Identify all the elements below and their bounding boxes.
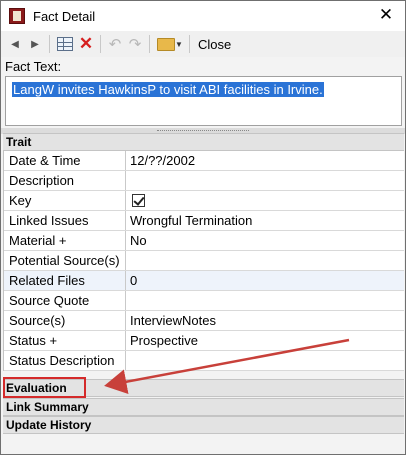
- trait-name: Key: [4, 191, 126, 210]
- empty-area: [1, 434, 405, 454]
- key-checkbox[interactable]: [132, 194, 145, 207]
- fact-text-value: LangW invites HawkinsP to visit ABI faci…: [12, 82, 324, 97]
- trait-row[interactable]: Description: [4, 171, 404, 191]
- trait-row[interactable]: Status Description: [4, 351, 404, 371]
- trait-row[interactable]: Linked Issues Wrongful Termination: [4, 211, 404, 231]
- trait-value[interactable]: 0: [126, 271, 404, 290]
- fact-text-label: Fact Text:: [5, 59, 62, 74]
- folder-link-button[interactable]: ▼: [154, 33, 185, 55]
- title-bar: Fact Detail ✕: [1, 1, 405, 31]
- trait-name: Related Files: [4, 271, 126, 290]
- window-close-button[interactable]: ✕: [373, 3, 399, 27]
- toolbar-separator: [49, 35, 50, 53]
- redo-button[interactable]: ↷: [125, 33, 145, 55]
- trait-name: Status +: [4, 331, 126, 350]
- back-button[interactable]: ◀: [5, 33, 25, 55]
- trait-value[interactable]: [126, 251, 404, 270]
- close-button[interactable]: Close: [194, 33, 235, 55]
- trait-name: Material +: [4, 231, 126, 250]
- window-title: Fact Detail: [33, 8, 96, 24]
- fact-detail-window: Fact Detail ✕ ◀ ▶ ✕ ↶ ↷ ▼ Close Fact Tex…: [0, 0, 406, 455]
- trait-name: Linked Issues: [4, 211, 126, 230]
- trait-row[interactable]: Source(s) InterviewNotes: [4, 311, 404, 331]
- trait-value[interactable]: No: [126, 231, 404, 250]
- trait-value[interactable]: Prospective: [126, 331, 404, 350]
- trait-name: Source(s): [4, 311, 126, 330]
- app-book-icon: [9, 8, 25, 24]
- undo-button[interactable]: ↶: [105, 33, 125, 55]
- trait-row[interactable]: Date & Time 12/??/2002: [4, 151, 404, 171]
- trait-value[interactable]: [126, 291, 404, 310]
- trait-value[interactable]: [126, 351, 404, 370]
- trait-name: Date & Time: [4, 151, 126, 170]
- delete-button[interactable]: ✕: [76, 33, 96, 55]
- fact-text-field[interactable]: LangW invites HawkinsP to visit ABI faci…: [5, 76, 402, 126]
- toolbar-separator: [189, 35, 190, 53]
- evaluation-section-header[interactable]: Evaluation: [3, 379, 404, 397]
- trait-value[interactable]: [126, 171, 404, 190]
- chevron-down-icon: ▼: [175, 39, 183, 49]
- toolbar-separator: [149, 35, 150, 53]
- trait-row[interactable]: Material + No: [4, 231, 404, 251]
- trait-row[interactable]: Potential Source(s): [4, 251, 404, 271]
- trait-row[interactable]: Status + Prospective: [4, 331, 404, 351]
- update-history-section-header[interactable]: Update History: [3, 416, 404, 434]
- trait-value[interactable]: 12/??/2002: [126, 151, 404, 170]
- trait-row[interactable]: Key: [4, 191, 404, 211]
- trait-value[interactable]: Wrongful Termination: [126, 211, 404, 230]
- toolbar-separator: [100, 35, 101, 53]
- trait-value-checkbox-cell[interactable]: [126, 191, 404, 210]
- trait-value[interactable]: InterviewNotes: [126, 311, 404, 330]
- grid-view-button[interactable]: [54, 33, 76, 55]
- folder-icon: [157, 37, 175, 51]
- trait-name: Source Quote: [4, 291, 126, 310]
- forward-button[interactable]: ▶: [25, 33, 45, 55]
- splitter-grip: [157, 130, 249, 132]
- trait-row[interactable]: Related Files 0: [4, 271, 404, 291]
- trait-grid: Date & Time 12/??/2002 Description Key Linke…: [3, 151, 404, 371]
- grid-icon: [57, 37, 73, 51]
- trait-name: Status Description: [4, 351, 126, 370]
- trait-section-header[interactable]: Trait: [3, 133, 404, 151]
- toolbar: ◀ ▶ ✕ ↶ ↷ ▼ Close: [1, 31, 405, 57]
- trait-name: Description: [4, 171, 126, 190]
- link-summary-section-header[interactable]: Link Summary: [3, 398, 404, 416]
- trait-row[interactable]: Source Quote: [4, 291, 404, 311]
- trait-name: Potential Source(s): [4, 251, 126, 270]
